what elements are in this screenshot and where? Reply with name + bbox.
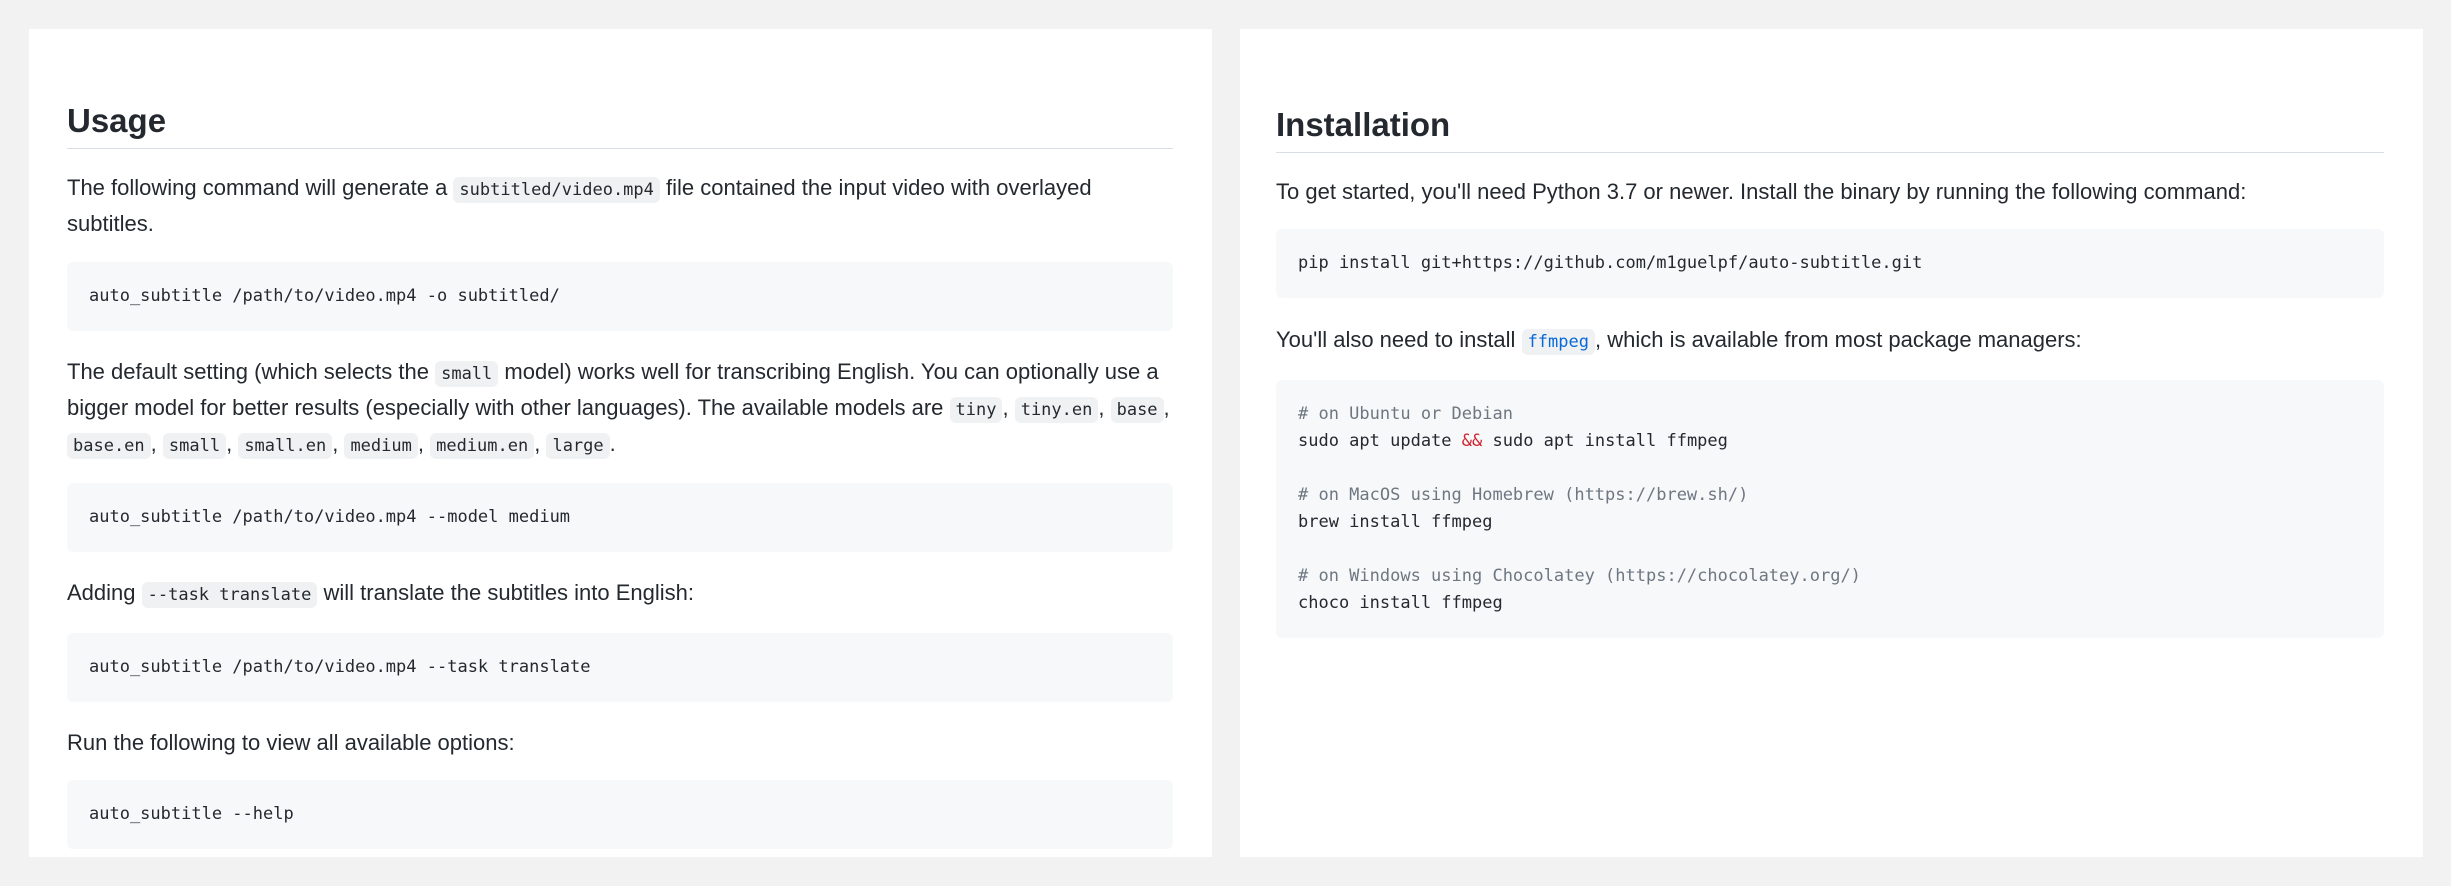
inline-code-model: tiny [949, 397, 1003, 423]
separator: , [150, 431, 163, 456]
code-block-model-command[interactable]: auto_subtitle /path/to/video.mp4 --model… [67, 483, 1173, 552]
inline-code-default-model: small [435, 361, 499, 387]
code-line: pip install git+https://github.com/m1gue… [1298, 253, 1923, 273]
usage-models-paragraph: The default setting (which selects the s… [67, 355, 1173, 463]
code-segment: sudo apt install ffmpeg [1482, 431, 1728, 451]
text-segment: , which is available from most package m… [1594, 327, 2082, 352]
separator: , [1163, 395, 1170, 420]
code-block-ffmpeg-install[interactable]: # on Ubuntu or Debian sudo apt update && … [1276, 380, 2384, 638]
separator: , [417, 431, 431, 456]
code-block-translate-command[interactable]: auto_subtitle /path/to/video.mp4 --task … [67, 633, 1173, 702]
inline-code-model: base.en [67, 433, 151, 459]
separator: , [1002, 395, 1015, 420]
separator: , [332, 431, 345, 456]
code-comment: # on Ubuntu or Debian [1298, 404, 1513, 424]
installation-ffmpeg-paragraph: You'll also need to install ffmpeg, whic… [1276, 323, 2384, 359]
usage-panel: Usage The following command will generat… [29, 29, 1212, 857]
separator: , [226, 431, 239, 456]
text-segment: will translate the subtitles into Englis… [317, 580, 695, 605]
code-block-pip-install[interactable]: pip install git+https://github.com/m1gue… [1276, 229, 2384, 298]
code-comment: # on MacOS using Homebrew (https://brew.… [1298, 485, 1749, 505]
usage-translate-paragraph: Adding --task translate will translate t… [67, 576, 1173, 612]
text-segment: The default setting (which selects the [67, 359, 436, 384]
code-block-help-command[interactable]: auto_subtitle --help [67, 780, 1173, 849]
inline-code-model: small [162, 433, 227, 459]
code-segment: sudo apt update [1298, 431, 1462, 451]
code-line: auto_subtitle /path/to/video.mp4 -o subt… [89, 286, 560, 306]
inline-code-model: large [546, 433, 610, 459]
code-operator: && [1461, 431, 1483, 451]
installation-panel: Installation To get started, you'll need… [1240, 29, 2423, 857]
inline-code-model: medium.en [430, 433, 535, 459]
separator: . [609, 431, 616, 456]
installation-intro-paragraph: To get started, you'll need Python 3.7 o… [1276, 179, 2247, 204]
code-line: auto_subtitle --help [89, 804, 294, 824]
inline-code-output-path: subtitled/video.mp4 [453, 177, 660, 203]
inline-code-model: tiny.en [1014, 397, 1099, 423]
code-line: choco install ffmpeg [1298, 593, 1503, 613]
code-block-basic-command[interactable]: auto_subtitle /path/to/video.mp4 -o subt… [67, 262, 1173, 331]
text-segment: You'll also need to install [1276, 327, 1522, 352]
inline-code-model: base [1110, 397, 1164, 423]
usage-heading: Usage [67, 99, 1173, 149]
separator: , [534, 431, 547, 456]
separator: , [1098, 395, 1111, 420]
usage-intro-paragraph: The following command will generate a su… [67, 171, 1173, 240]
code-line: auto_subtitle /path/to/video.mp4 --model… [89, 507, 571, 527]
text-segment: Adding [67, 580, 142, 605]
installation-heading: Installation [1276, 103, 2384, 153]
text-segment: The following command will generate a [67, 175, 454, 200]
code-line: auto_subtitle /path/to/video.mp4 --task … [89, 657, 591, 677]
code-line: sudo apt update && sudo apt install ffmp… [1298, 428, 2362, 455]
inline-code-model: medium [344, 433, 418, 459]
inline-code-task-flag: --task translate [141, 582, 318, 608]
inline-code-model: small.en [238, 433, 333, 459]
usage-help-paragraph: Run the following to view all available … [67, 730, 515, 755]
code-comment: # on Windows using Chocolatey (https://c… [1298, 566, 1861, 586]
code-line: brew install ffmpeg [1298, 512, 1493, 532]
ffmpeg-link[interactable]: ffmpeg [1521, 329, 1595, 355]
